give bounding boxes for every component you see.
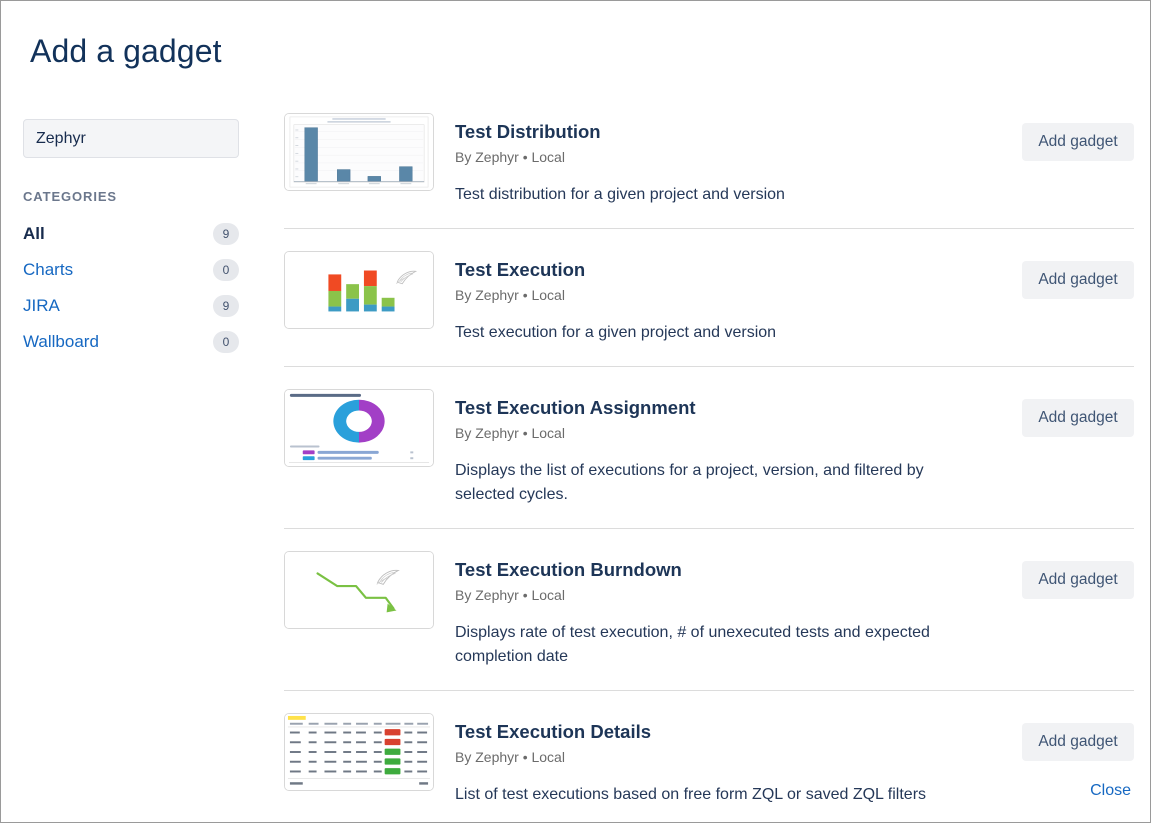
list-item: Test Distribution By Zephyr • Local Test… xyxy=(284,113,1134,229)
sidebar: CATEGORIES All 9 Charts 0 JIRA 9 Wallboa… xyxy=(23,119,263,360)
sidebar-item-count: 9 xyxy=(213,223,239,245)
gadget-byline: By Zephyr • Local xyxy=(455,749,565,765)
add-gadget-button[interactable]: Add gadget xyxy=(1022,123,1134,161)
data-table-thumbnail xyxy=(284,713,434,791)
gadget-byline: By Zephyr • Local xyxy=(455,587,565,603)
close-button[interactable]: Close xyxy=(1090,782,1131,799)
gadget-info: Test Distribution By Zephyr • Local Test… xyxy=(434,113,1015,207)
list-item: Test Execution Burndown By Zephyr • Loca… xyxy=(284,551,1134,691)
gadget-title: Test Distribution xyxy=(455,121,601,142)
list-item: Test Execution Details By Zephyr • Local… xyxy=(284,713,1134,822)
gadget-info: Test Execution Details By Zephyr • Local… xyxy=(434,713,1015,807)
bar-chart-thumbnail xyxy=(284,113,434,191)
gadget-byline: By Zephyr • Local xyxy=(455,425,565,441)
dialog-footer: Close xyxy=(1090,782,1131,800)
gadget-description: Test execution for a given project and v… xyxy=(455,324,777,341)
gadget-description: List of test executions based on free fo… xyxy=(455,786,927,803)
gadget-info: Test Execution Assignment By Zephyr • Lo… xyxy=(434,389,1015,507)
search-input[interactable] xyxy=(23,119,239,158)
add-gadget-button[interactable]: Add gadget xyxy=(1022,261,1134,299)
stacked-bar-chart-thumbnail xyxy=(284,251,434,329)
sidebar-item-label: Charts xyxy=(23,260,74,279)
gadget-description: Displays rate of test execution, # of un… xyxy=(455,624,930,665)
add-gadget-button[interactable]: Add gadget xyxy=(1022,723,1134,761)
sidebar-item-label: JIRA xyxy=(23,296,60,315)
add-gadget-button[interactable]: Add gadget xyxy=(1022,399,1134,437)
gadget-title: Test Execution Assignment xyxy=(455,397,696,418)
list-item: Test Execution Assignment By Zephyr • Lo… xyxy=(284,389,1134,529)
add-gadget-dialog: Add a gadget CATEGORIES All 9 Charts 0 J… xyxy=(0,0,1151,823)
sidebar-item-count: 0 xyxy=(213,331,239,353)
gadget-title: Test Execution Burndown xyxy=(455,559,682,580)
gadget-byline: By Zephyr • Local xyxy=(455,149,565,165)
add-gadget-button[interactable]: Add gadget xyxy=(1022,561,1134,599)
sidebar-item-all[interactable]: All 9 xyxy=(23,216,239,252)
gadget-description: Displays the list of executions for a pr… xyxy=(455,462,924,503)
sidebar-item-count: 9 xyxy=(213,295,239,317)
gadget-list: Test Distribution By Zephyr • Local Test… xyxy=(284,113,1134,822)
gadget-title: Test Execution Details xyxy=(455,721,652,742)
sidebar-item-jira[interactable]: JIRA 9 xyxy=(23,288,239,324)
sidebar-item-wallboard[interactable]: Wallboard 0 xyxy=(23,324,239,360)
gadget-byline: By Zephyr • Local xyxy=(455,287,565,303)
gadget-info: Test Execution By Zephyr • Local Test ex… xyxy=(434,251,1015,345)
list-item: Test Execution By Zephyr • Local Test ex… xyxy=(284,251,1134,367)
donut-chart-thumbnail xyxy=(284,389,434,467)
sidebar-item-label: Wallboard xyxy=(23,332,99,351)
sidebar-item-count: 0 xyxy=(213,259,239,281)
sidebar-item-charts[interactable]: Charts 0 xyxy=(23,252,239,288)
burndown-line-thumbnail xyxy=(284,551,434,629)
page-title: Add a gadget xyxy=(30,33,222,69)
gadget-info: Test Execution Burndown By Zephyr • Loca… xyxy=(434,551,1015,669)
gadget-description: Test distribution for a given project an… xyxy=(455,186,785,203)
gadget-title: Test Execution xyxy=(455,259,586,280)
sidebar-item-label: All xyxy=(23,224,45,243)
categories-heading: CATEGORIES xyxy=(23,189,117,204)
categories-list: All 9 Charts 0 JIRA 9 Wallboard 0 xyxy=(23,216,263,360)
